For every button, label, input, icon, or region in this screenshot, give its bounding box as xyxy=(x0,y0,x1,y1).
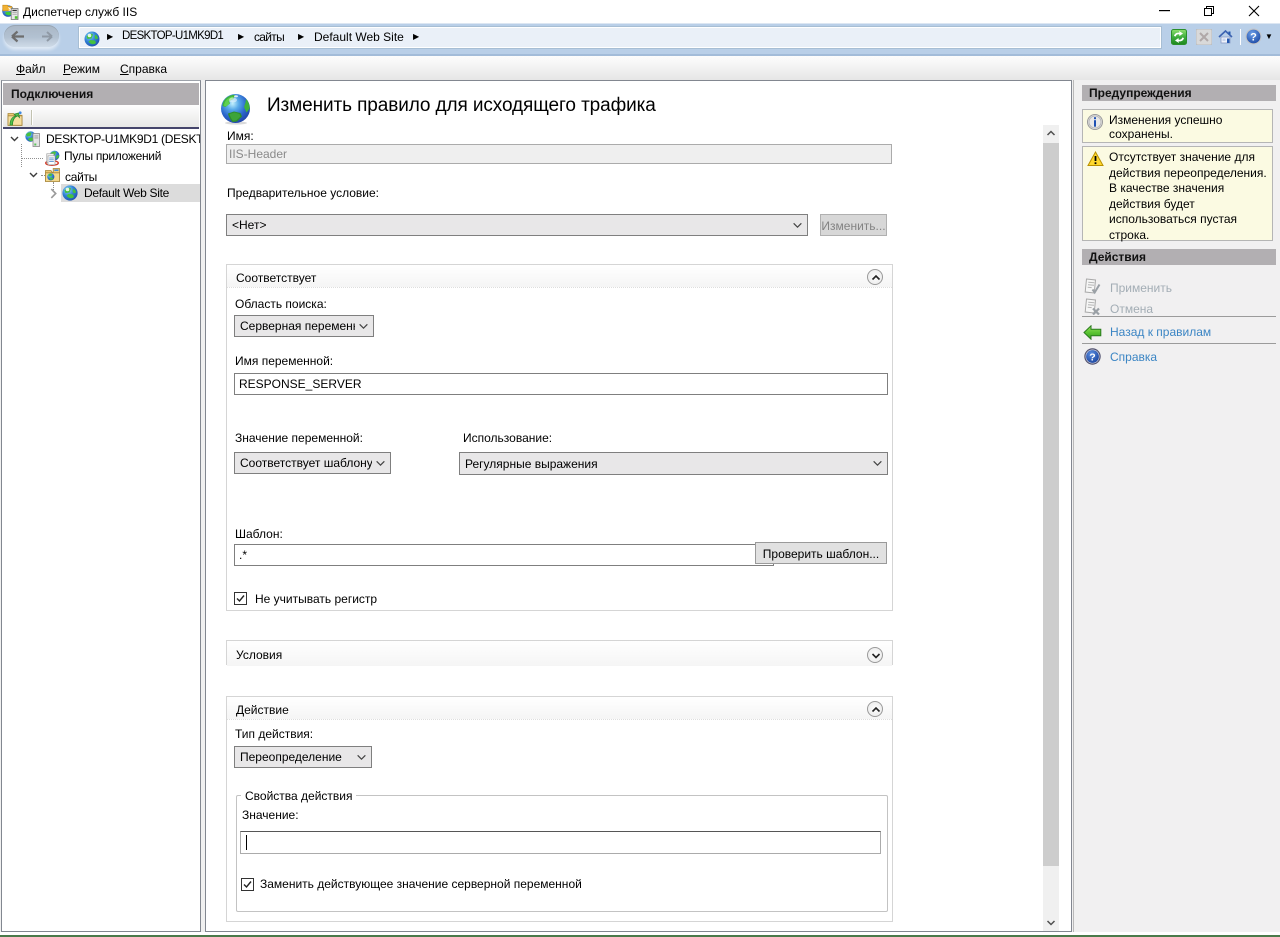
svg-text:?: ? xyxy=(1250,32,1257,44)
svg-text:?: ? xyxy=(1089,351,1095,363)
